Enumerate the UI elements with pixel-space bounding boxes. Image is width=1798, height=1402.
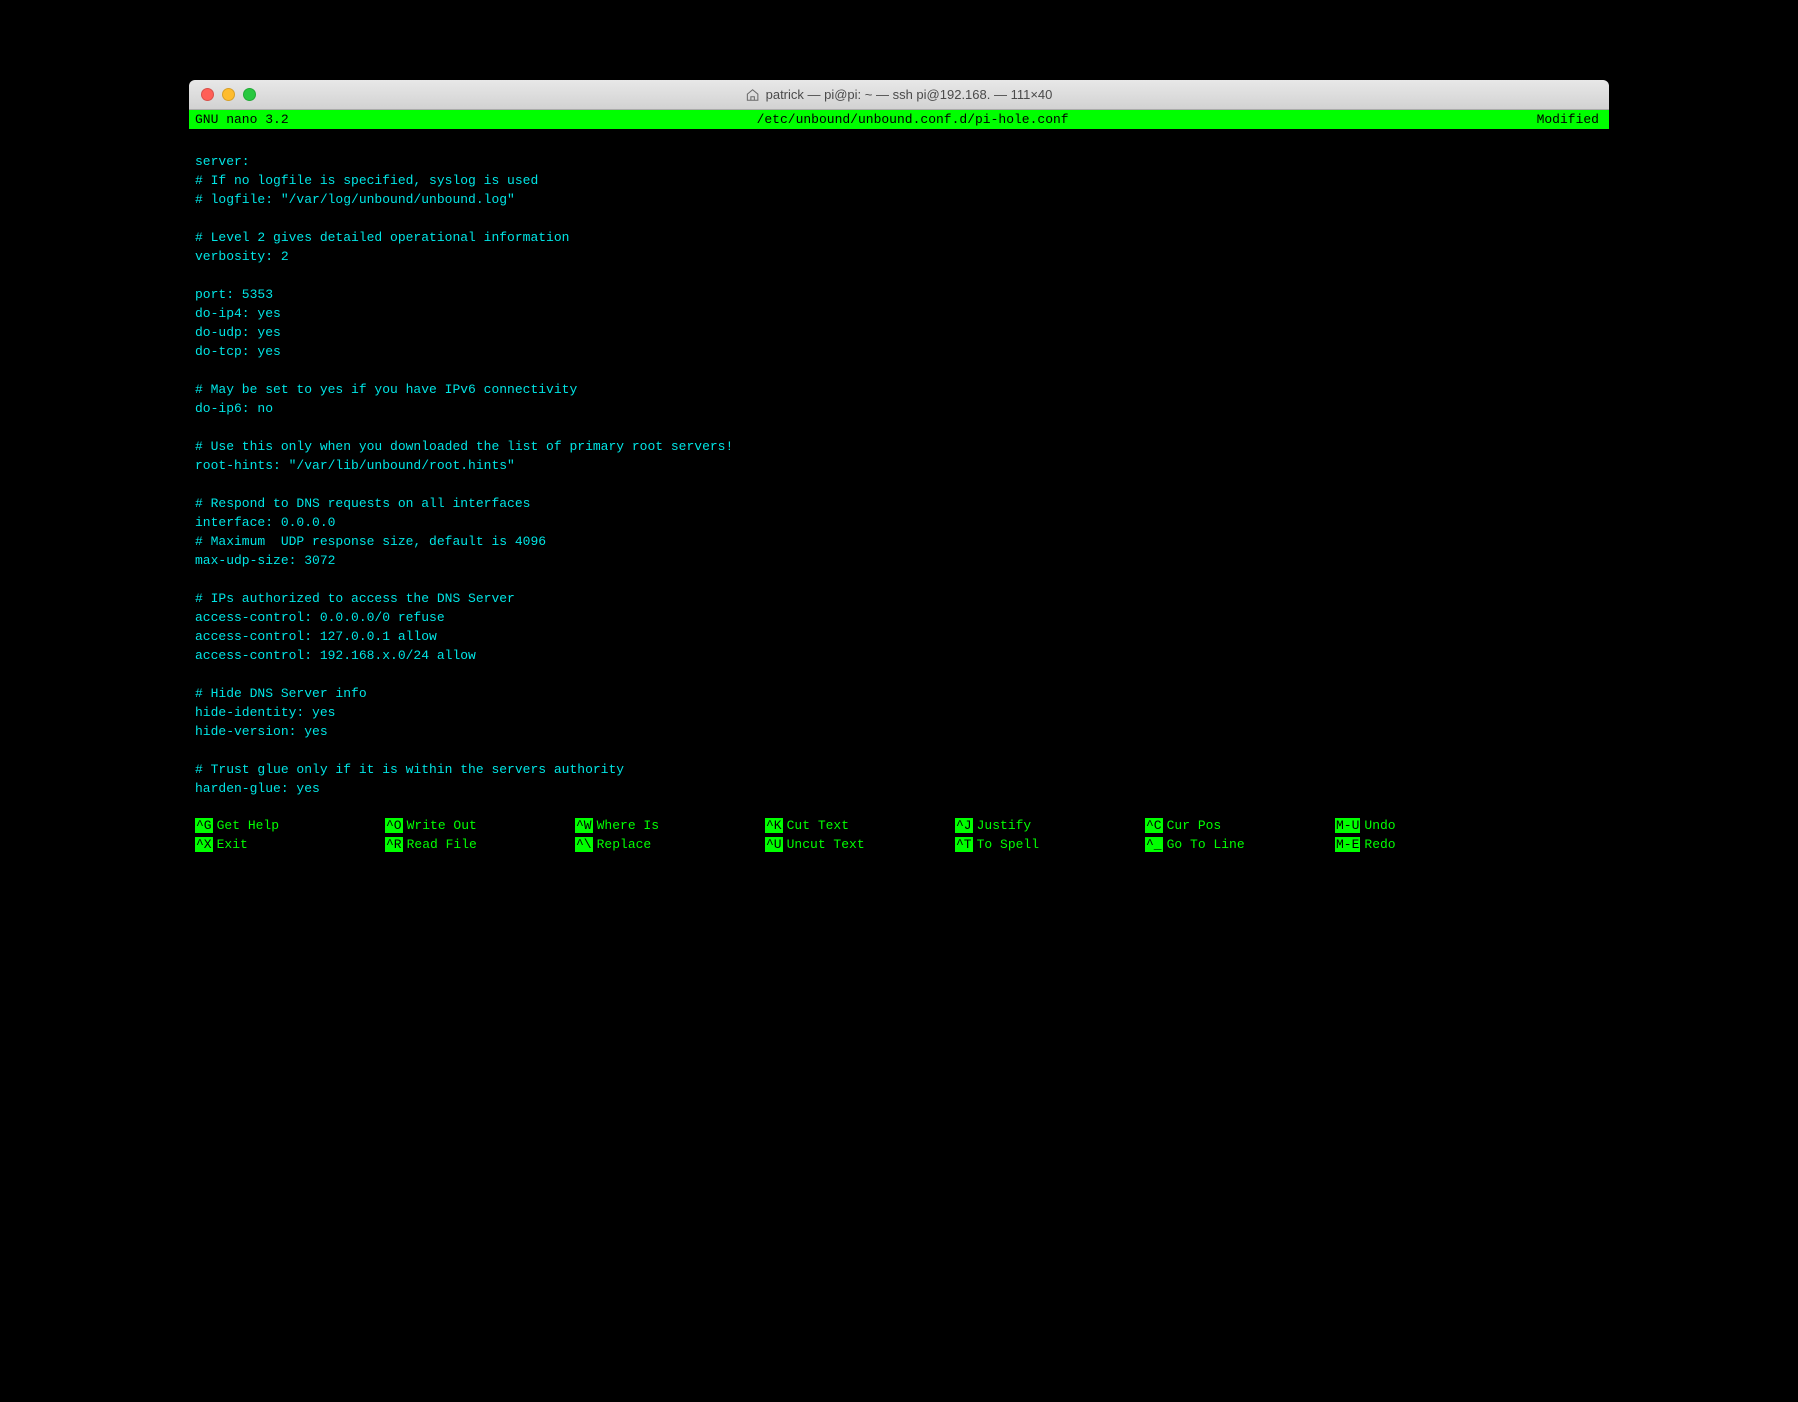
window-title: patrick — pi@pi: ~ — ssh pi@192.168. — 1…	[746, 87, 1053, 102]
shortcut-redo[interactable]: M-ERedo	[1335, 835, 1455, 854]
shortcut-undo[interactable]: M-UUndo	[1335, 816, 1455, 835]
shortcut-read-file[interactable]: ^RRead File	[385, 835, 575, 854]
editor-content[interactable]: server: # If no logfile is specified, sy…	[189, 129, 1609, 798]
traffic-lights	[189, 88, 256, 101]
terminal-body[interactable]: GNU nano 3.2 /etc/unbound/unbound.conf.d…	[189, 110, 1609, 1150]
shortcut-exit[interactable]: ^XExit	[195, 835, 385, 854]
shortcut-get-help[interactable]: ^GGet Help	[195, 816, 385, 835]
nano-shortcut-bar: ^GGet Help ^OWrite Out ^WWhere Is ^KCut …	[189, 798, 1609, 858]
shortcut-to-spell[interactable]: ^TTo Spell	[955, 835, 1145, 854]
shortcut-go-to-line[interactable]: ^_Go To Line	[1145, 835, 1335, 854]
shortcut-uncut-text[interactable]: ^UUncut Text	[765, 835, 955, 854]
shortcut-where-is[interactable]: ^WWhere Is	[575, 816, 765, 835]
window-title-text: patrick — pi@pi: ~ — ssh pi@192.168. — 1…	[766, 87, 1053, 102]
terminal-window: patrick — pi@pi: ~ — ssh pi@192.168. — 1…	[189, 80, 1609, 1150]
nano-filename: /etc/unbound/unbound.conf.d/pi-hole.conf	[289, 110, 1537, 129]
shortcut-row-2: ^XExit ^RRead File ^\Replace ^UUncut Tex…	[195, 835, 1603, 854]
shortcut-replace[interactable]: ^\Replace	[575, 835, 765, 854]
shortcut-cur-pos[interactable]: ^CCur Pos	[1145, 816, 1335, 835]
window-titlebar[interactable]: patrick — pi@pi: ~ — ssh pi@192.168. — 1…	[189, 80, 1609, 110]
home-icon	[746, 88, 760, 102]
maximize-button[interactable]	[243, 88, 256, 101]
nano-modified-indicator: Modified	[1537, 110, 1599, 129]
shortcut-write-out[interactable]: ^OWrite Out	[385, 816, 575, 835]
nano-version: GNU nano 3.2	[195, 110, 289, 129]
nano-statusbar: GNU nano 3.2 /etc/unbound/unbound.conf.d…	[189, 110, 1609, 129]
shortcut-cut-text[interactable]: ^KCut Text	[765, 816, 955, 835]
minimize-button[interactable]	[222, 88, 235, 101]
shortcut-row-1: ^GGet Help ^OWrite Out ^WWhere Is ^KCut …	[195, 816, 1603, 835]
shortcut-justify[interactable]: ^JJustify	[955, 816, 1145, 835]
close-button[interactable]	[201, 88, 214, 101]
